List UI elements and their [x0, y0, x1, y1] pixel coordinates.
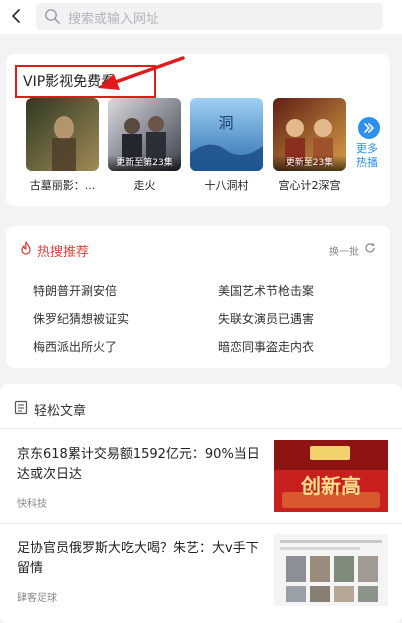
- hot-item[interactable]: 暗恋同事盗走内衣: [218, 338, 314, 355]
- divider: [0, 523, 402, 524]
- article-section-title: 轻松文章: [34, 404, 87, 419]
- hot-item[interactable]: 侏罗纪猜想被证实: [33, 310, 129, 327]
- poster-title[interactable]: 走火: [108, 177, 181, 193]
- vip-section: VIP影视免费看 更新至第23集 洞 更新至23集 古墓丽影：... 走火 十八…: [6, 54, 390, 206]
- thumb-text: 创新高: [301, 474, 361, 498]
- article-title[interactable]: 京东618累计交易额1592亿元：90%当日达或次日达: [17, 445, 262, 485]
- poster-4[interactable]: 更新至23集: [273, 98, 346, 171]
- article-source: 肆客足球: [17, 593, 57, 604]
- hot-title: 热搜推荐: [37, 245, 90, 260]
- poster-badge: 更新至第23集: [108, 155, 181, 171]
- refresh-button[interactable]: 换一批: [329, 243, 359, 258]
- flame-icon: [21, 241, 31, 255]
- article-section: 轻松文章 京东618累计交易额1592亿元：90%当日达或次日达 快科技 创新高…: [0, 384, 402, 623]
- poster-1[interactable]: [26, 98, 99, 171]
- annotation-arrow: [98, 56, 185, 90]
- hot-item[interactable]: 美国艺术节枪击案: [218, 282, 314, 299]
- poster-image: [26, 98, 99, 171]
- poster-3[interactable]: 洞: [190, 98, 263, 171]
- hot-search-section: 热搜推荐 换一批 特朗普开涮安倍 美国艺术节枪击案 侏罗纪猜想被证实 失联女演员…: [6, 226, 390, 368]
- poster-image: 洞: [190, 98, 263, 171]
- article-title[interactable]: 足协官员俄罗斯大吃大喝？朱艺：大v手下留情: [17, 539, 262, 579]
- divider: [0, 428, 402, 429]
- hot-item[interactable]: 失联女演员已遇害: [218, 310, 314, 327]
- poster-2[interactable]: 更新至第23集: [108, 98, 181, 171]
- svg-text:洞: 洞: [218, 114, 233, 132]
- document-icon: [14, 400, 28, 415]
- hot-item[interactable]: 梅西派出所火了: [33, 338, 117, 355]
- poster-title[interactable]: 十八洞村: [190, 177, 263, 193]
- refresh-icon[interactable]: [364, 242, 376, 254]
- poster-badge: 更新至23集: [273, 155, 346, 171]
- back-icon[interactable]: [6, 5, 28, 27]
- poster-title[interactable]: 宫心计2深宫: [273, 177, 346, 193]
- hot-item[interactable]: 特朗普开涮安倍: [33, 282, 117, 299]
- search-bar[interactable]: 搜索或输入网址: [36, 3, 383, 30]
- search-icon: [44, 8, 61, 25]
- top-bar: 搜索或输入网址: [0, 0, 402, 34]
- article-thumbnail[interactable]: [274, 534, 388, 606]
- article-thumbnail[interactable]: 创新高: [274, 440, 388, 512]
- article-source: 快科技: [17, 499, 47, 510]
- poster-title[interactable]: 古墓丽影：...: [26, 177, 99, 193]
- more-chevron-icon[interactable]: [358, 117, 380, 139]
- search-placeholder[interactable]: 搜索或输入网址: [68, 8, 159, 27]
- more-hits-link[interactable]: 更多热播: [356, 142, 386, 170]
